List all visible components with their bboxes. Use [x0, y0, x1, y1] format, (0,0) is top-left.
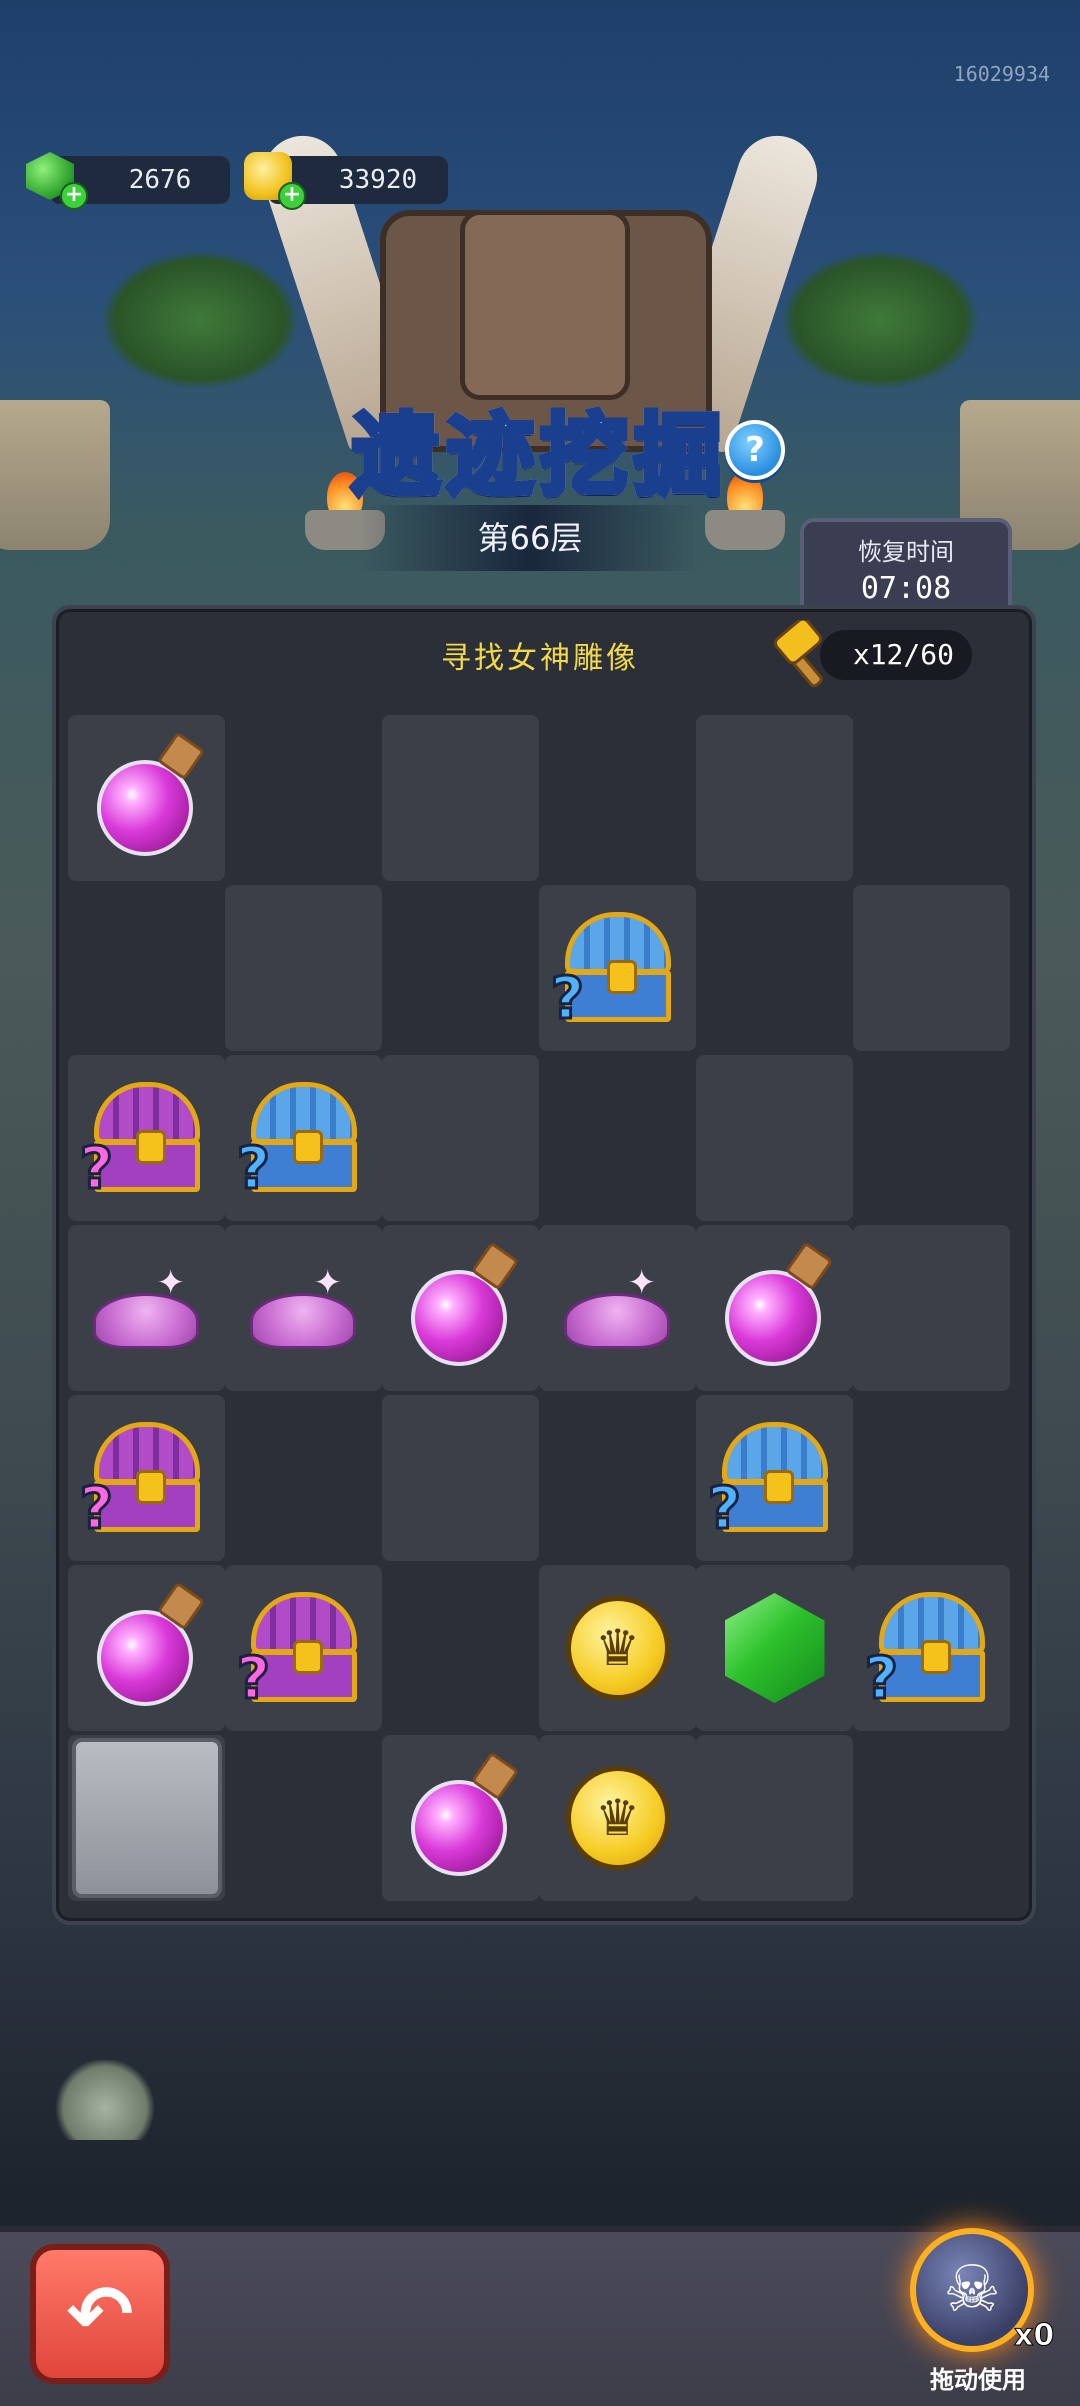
board-tile-covered[interactable] — [853, 1225, 1010, 1391]
board-tile-dug[interactable] — [696, 885, 853, 1051]
player-id: 16029934 — [953, 62, 1050, 86]
board-tile-dug[interactable] — [539, 715, 696, 881]
board-tile-potion[interactable] — [382, 1735, 539, 1901]
board-tile-chest-blue[interactable]: ? — [853, 1565, 1010, 1731]
bomb-count: x0 — [1013, 2318, 1055, 2354]
board-tile-chest-purple[interactable]: ? — [68, 1395, 225, 1561]
magic-dust-icon: ✦ — [87, 1263, 207, 1353]
recover-time: 07:08 — [860, 571, 952, 606]
board-tile-potion[interactable] — [68, 715, 225, 881]
board-tile-chest-blue[interactable]: ? — [539, 885, 696, 1051]
board-tile-dug[interactable] — [68, 885, 225, 1051]
back-button[interactable]: ↶ — [30, 2244, 170, 2384]
board-tile-covered[interactable] — [696, 1735, 853, 1901]
board-tile-dug[interactable] — [539, 1055, 696, 1221]
board-tile-crown-coin[interactable]: ♛ — [539, 1565, 696, 1731]
board-tile-dug[interactable] — [853, 1735, 1010, 1901]
board-tile-dug[interactable] — [539, 1395, 696, 1561]
crown-add-icon[interactable]: + — [278, 182, 306, 210]
board-tile-crown-coin[interactable]: ♛ — [539, 1735, 696, 1901]
board-tile-chest-blue[interactable]: ? — [225, 1055, 382, 1221]
board-tile-dust[interactable]: ✦ — [68, 1225, 225, 1391]
gem-add-icon[interactable]: + — [60, 182, 88, 210]
board-tile-dust[interactable]: ✦ — [225, 1225, 382, 1391]
recover-label: 恢复时间 — [858, 538, 954, 566]
emerald-icon — [724, 1593, 825, 1703]
potion-icon — [406, 1241, 519, 1368]
board-tile-covered[interactable] — [225, 885, 382, 1051]
board-tile-covered[interactable] — [382, 1055, 539, 1221]
totem-face — [460, 210, 630, 400]
board-tile-chest-purple[interactable]: ? — [68, 1055, 225, 1221]
board-tile-dug[interactable] — [853, 715, 1010, 881]
hammer-icon — [773, 620, 823, 688]
board-tile-covered[interactable] — [382, 1395, 539, 1561]
torch-bowl — [705, 510, 785, 550]
board-tile-dug[interactable] — [382, 885, 539, 1051]
recover-timer: 恢复时间 07:08 — [800, 518, 1012, 618]
board-tile-chest-blue[interactable]: ? — [696, 1395, 853, 1561]
board-tile-dust[interactable]: ✦ — [539, 1225, 696, 1391]
mystery-chest-icon: ? — [235, 1586, 369, 1713]
bomb-hint: 拖动使用 — [930, 2366, 1026, 2394]
board-tile-dug[interactable] — [853, 1395, 1010, 1561]
mystery-chest-icon: ? — [78, 1076, 212, 1203]
board-tile-potion[interactable] — [696, 1225, 853, 1391]
board-tile-dug[interactable] — [225, 1735, 382, 1901]
left-palm — [100, 250, 300, 390]
crown-coin-icon: ♛ — [565, 1596, 670, 1700]
board-tile-chest-purple[interactable]: ? — [225, 1565, 382, 1731]
board-tile-emerald[interactable] — [696, 1565, 853, 1731]
magic-dust-icon: ✦ — [558, 1263, 678, 1353]
hammer-counter: x12/60 — [820, 630, 972, 680]
board-tile-stone[interactable] — [68, 1735, 225, 1901]
right-palm — [780, 250, 980, 390]
mystery-chest-icon: ? — [78, 1416, 212, 1543]
mystery-chest-icon: ? — [706, 1416, 840, 1543]
board-tile-covered[interactable] — [696, 715, 853, 881]
stone-block-icon — [71, 1738, 222, 1898]
board-tile-covered[interactable] — [696, 1055, 853, 1221]
crown-counter[interactable]: + 33920 — [244, 152, 448, 210]
board-tile-dug[interactable] — [382, 1565, 539, 1731]
floor-label: 第66层 — [360, 505, 700, 571]
board-tile-potion[interactable] — [382, 1225, 539, 1391]
undo-arrow-icon: ↶ — [66, 2267, 134, 2361]
crown-coin-icon: ♛ — [565, 1766, 670, 1870]
title-container: 遗迹挖掘 — [0, 385, 1080, 512]
mystery-chest-icon: ? — [549, 906, 683, 1033]
gem-counter[interactable]: + 2676 — [26, 152, 230, 210]
board-tile-covered[interactable] — [853, 885, 1010, 1051]
board-tile-dug[interactable] — [225, 715, 382, 881]
mystery-chest-icon: ? — [863, 1586, 997, 1713]
board-tile-covered[interactable] — [382, 715, 539, 881]
board-tile-dug[interactable] — [853, 1055, 1010, 1221]
potion-icon — [92, 1581, 205, 1708]
help-icon[interactable]: ? — [725, 420, 785, 480]
board-tile-potion[interactable] — [68, 1565, 225, 1731]
potion-icon — [720, 1241, 833, 1368]
page-title: 遗迹挖掘 — [349, 385, 728, 512]
potion-icon — [406, 1751, 519, 1878]
bush — [55, 2060, 155, 2140]
potion-icon — [92, 731, 205, 858]
board-tile-dug[interactable] — [225, 1395, 382, 1561]
mystery-chest-icon: ? — [235, 1076, 369, 1203]
skull-bomb-icon: ☠ — [943, 2253, 1001, 2327]
magic-dust-icon: ✦ — [244, 1263, 364, 1353]
